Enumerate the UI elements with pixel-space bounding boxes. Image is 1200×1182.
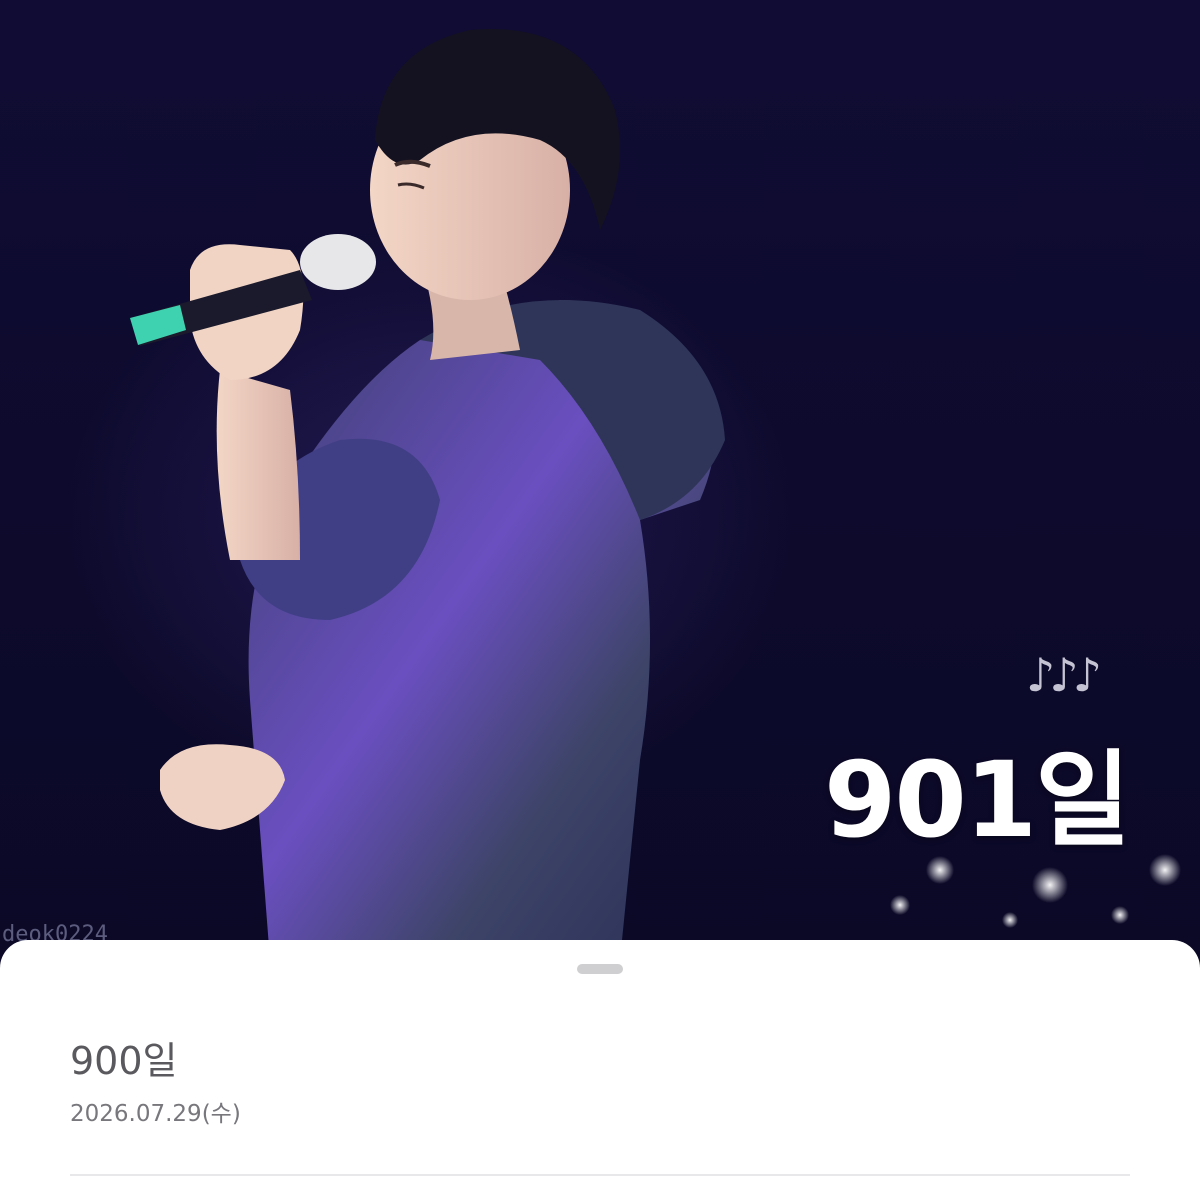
divider (70, 1174, 1130, 1176)
bottom-sheet[interactable]: 900일 2026.07.29(수) (0, 940, 1200, 1182)
day-count-overlay: 901일 (824, 739, 1131, 861)
sheet-date: 2026.07.29(수) (70, 1101, 241, 1127)
concert-photo: ♪♪♪ 901일 deok0224 (0, 0, 1200, 960)
drag-handle[interactable] (577, 964, 623, 974)
music-notes-icon: ♪♪♪ (1026, 648, 1102, 702)
sheet-title: 900일 (70, 1039, 178, 1083)
